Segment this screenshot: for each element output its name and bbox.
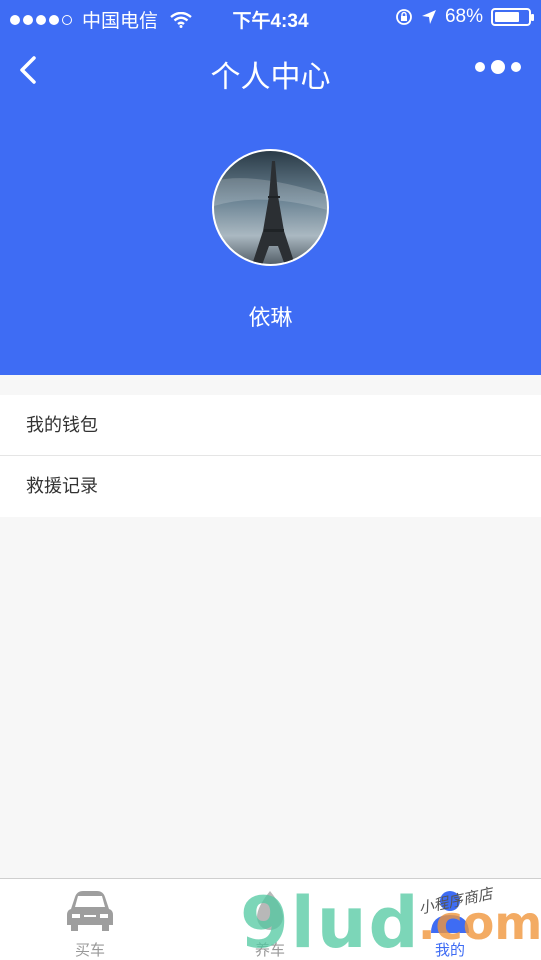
tab-label-car-care: 养车 [254,942,285,959]
tab-buy-car[interactable]: 买车 [0,879,180,960]
tab-car-care[interactable]: 养车 [180,879,360,960]
battery-percent: 68% [444,6,483,27]
menu-item-wallet[interactable]: 我的钱包 [0,395,541,456]
status-bar: 中国电信 下午4:34 68% [0,0,541,36]
tab-label-buy-car: 买车 [74,942,105,959]
drop-icon [257,891,283,930]
tab-bar: 买车 养车 我的 [0,878,541,960]
username: 依琳 [248,305,293,330]
rotation-lock-icon [396,9,412,25]
profile-header: 中国电信 下午4:34 68% 个人中心 依琳 [0,0,541,375]
location-arrow-icon [421,10,436,24]
menu-item-rescue-records[interactable]: 救援记录 [0,456,541,517]
eiffel-tower-image [214,161,327,264]
person-icon [431,891,469,933]
more-dots-icon[interactable] [475,60,521,74]
tab-label-mine: 我的 [434,942,465,959]
page-title: 个人中心 [210,61,331,94]
battery-icon [491,8,534,26]
menu-list: 我的钱包 救援记录 [0,395,541,517]
navigation-bar: 个人中心 [0,44,541,98]
status-right: 68% [395,6,534,28]
avatar[interactable] [212,149,329,266]
tab-mine[interactable]: 我的 [360,879,540,960]
car-icon [67,891,113,931]
